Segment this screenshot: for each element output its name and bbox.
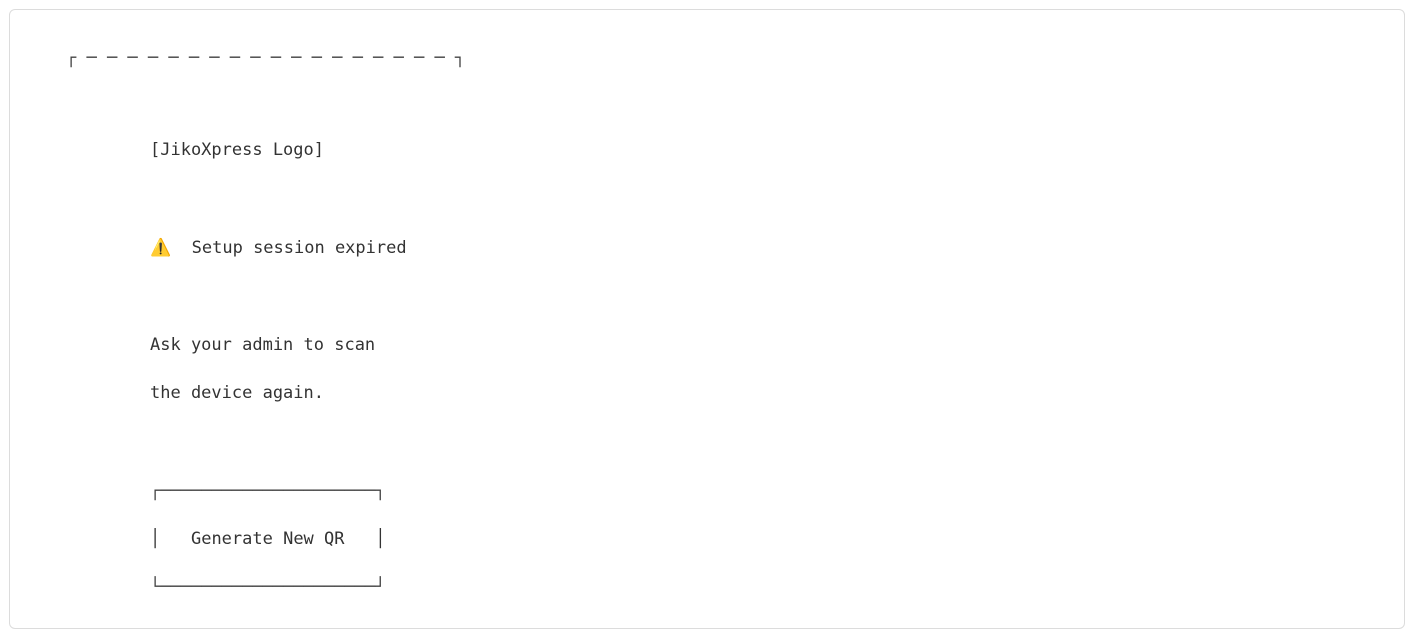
alert-text: Setup session expired: [191, 238, 407, 258]
warning-icon: ⚠️: [150, 238, 172, 258]
instruction-text-line-1: Ask your admin to scan: [150, 335, 376, 355]
button-left-edge: │: [150, 529, 161, 549]
app-logo: [JikoXpress Logo]: [150, 140, 324, 160]
generate-new-qr-button[interactable]: │ Generate New QR │: [150, 529, 385, 549]
session-expired-alert: ⚠️ Setup session expired: [150, 238, 407, 258]
dashed-frame-top-border: ┌ ─ ─ ─ ─ ─ ─ ─ ─ ─ ─ ─ ─ ─ ─ ─ ─ ─ ─ ┐: [66, 48, 466, 68]
generate-qr-button-bottom-border[interactable]: └─────────────────────┘: [150, 577, 385, 597]
generate-new-qr-button-label[interactable]: Generate New QR: [191, 529, 345, 549]
setup-expired-card: ┌ ─ ─ ─ ─ ─ ─ ─ ─ ─ ─ ─ ─ ─ ─ ─ ─ ─ ─ ┐ …: [9, 9, 1405, 629]
button-right-edge: │: [375, 529, 386, 549]
generate-qr-button-top-border[interactable]: ┌─────────────────────┐: [150, 481, 385, 501]
instruction-text-line-2: the device again.: [150, 383, 324, 403]
